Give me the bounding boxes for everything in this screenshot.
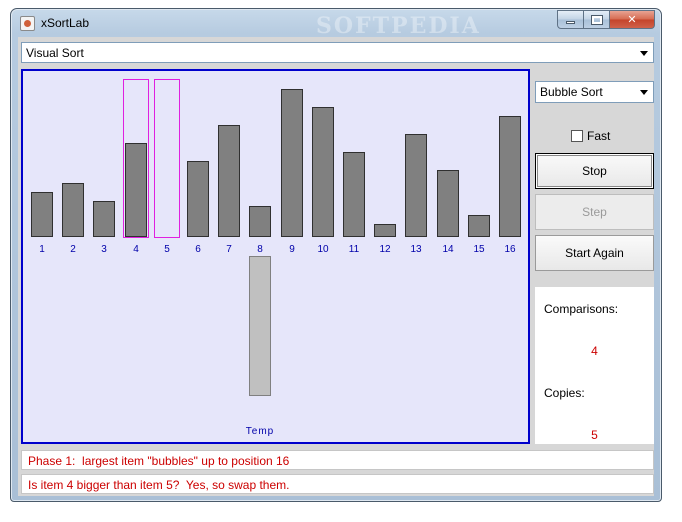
sort-bar-14: [437, 170, 459, 237]
bar-index-label: 8: [257, 244, 263, 255]
chevron-down-icon: [640, 51, 648, 56]
bar-index-label: 11: [348, 244, 360, 255]
java-app-icon: [20, 16, 35, 31]
sort-bar-7: [218, 125, 240, 237]
sort-bar-10: [312, 107, 334, 237]
bar-index-label: 3: [101, 244, 107, 255]
bar-index-label: 10: [317, 244, 329, 255]
sort-bar-9: [281, 89, 303, 237]
sort-bar-16: [499, 116, 521, 237]
algorithm-select-value: Bubble Sort: [540, 85, 603, 99]
minimize-button[interactable]: [557, 10, 584, 29]
sort-bar-8: [249, 206, 271, 237]
bar-index-label: 6: [195, 244, 201, 255]
bar-index-label: 13: [410, 244, 422, 255]
bar-index-label: 12: [379, 244, 391, 255]
bar-index-label: 2: [70, 244, 76, 255]
comparisons-value: 4: [591, 344, 598, 358]
maximize-icon: [590, 14, 603, 25]
algorithm-select[interactable]: Bubble Sort: [535, 81, 654, 103]
start-again-button[interactable]: Start Again: [535, 235, 654, 271]
bar-index-label: 5: [164, 244, 170, 255]
mode-select-value: Visual Sort: [26, 46, 84, 60]
sort-bar-3: [93, 201, 115, 237]
sort-visualization-panel: 1 2 3 4 5 6 7 8 9 10 11 12 13 14 15 16 Temp: [21, 69, 530, 444]
bar-index-label: 1: [39, 244, 45, 255]
fast-checkbox-row[interactable]: Fast: [571, 129, 610, 143]
temp-label: Temp: [245, 426, 275, 437]
softpedia-watermark: SOFTPEDIA: [316, 13, 481, 39]
comparisons-label: Comparisons:: [544, 302, 619, 316]
sort-bar-12: [374, 224, 396, 237]
mode-select[interactable]: Visual Sort: [21, 42, 654, 63]
compare-highlight-4: [123, 79, 149, 238]
client-area: Visual Sort 1 2 3 4 5 6 7 8 9 10 11 12 13 14 15 16 Temp …: [18, 37, 654, 496]
stats-panel: Comparisons: 4 Copies: 5: [535, 287, 654, 444]
bar-index-label: 4: [133, 244, 139, 255]
sort-bar-6: [187, 161, 209, 237]
maximize-button[interactable]: [584, 10, 610, 29]
stop-button[interactable]: Stop: [535, 153, 654, 189]
sort-bar-1: [31, 192, 53, 237]
close-icon: ✕: [627, 13, 637, 26]
bar-index-label: 16: [504, 244, 516, 255]
step-button-label: Step: [582, 205, 607, 219]
app-window: xSortLab SOFTPEDIA ✕ Visual Sort 1234567…: [10, 8, 662, 502]
close-button[interactable]: ✕: [610, 10, 655, 29]
sort-bar-15: [468, 215, 490, 237]
sort-bar-11: [343, 152, 365, 237]
compare-highlight-5: [154, 79, 180, 238]
fast-checkbox[interactable]: [571, 130, 583, 142]
copies-label: Copies:: [544, 386, 585, 400]
status-message: Is item 4 bigger than item 5? Yes, so sw…: [21, 474, 654, 494]
step-button[interactable]: Step: [535, 194, 654, 230]
bar-index-label: 15: [473, 244, 485, 255]
bar-index-label: 14: [442, 244, 454, 255]
sort-bar-2: [62, 183, 84, 237]
fast-checkbox-label: Fast: [587, 129, 611, 143]
phase-message: Phase 1: largest item "bubbles" up to po…: [21, 450, 654, 470]
start-again-button-label: Start Again: [565, 246, 624, 260]
window-title: xSortLab: [41, 16, 90, 30]
sort-bar-13: [405, 134, 427, 237]
stop-button-label: Stop: [582, 164, 607, 178]
bar-index-label: 7: [226, 244, 232, 255]
minimize-icon: [566, 21, 575, 24]
title-bar[interactable]: xSortLab SOFTPEDIA ✕: [11, 9, 661, 39]
bar-index-label: 9: [289, 244, 295, 255]
temp-bar: [249, 256, 271, 396]
copies-value: 5: [591, 428, 598, 442]
window-controls: ✕: [557, 10, 655, 30]
chevron-down-icon: [640, 90, 648, 95]
